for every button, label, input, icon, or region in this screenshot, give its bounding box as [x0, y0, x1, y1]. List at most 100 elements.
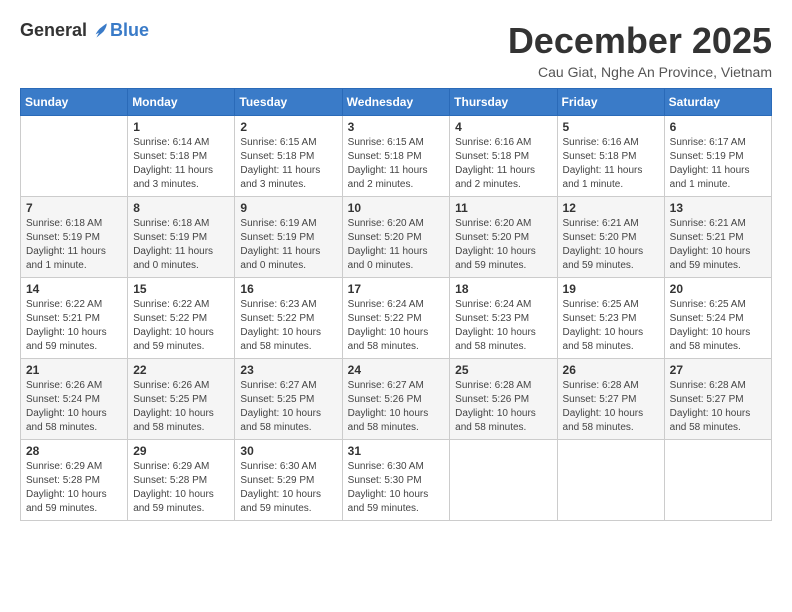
day-info: Sunrise: 6:14 AMSunset: 5:18 PMDaylight:… — [133, 136, 229, 192]
calendar-cell: 2Sunrise: 6:15 AMSunset: 5:18 PMDaylight… — [235, 116, 342, 197]
day-number: 25 — [455, 363, 551, 377]
weekday-row: SundayMondayTuesdayWednesdayThursdayFrid… — [21, 89, 772, 116]
day-number: 20 — [670, 282, 766, 296]
day-info: Sunrise: 6:16 AMSunset: 5:18 PMDaylight:… — [455, 136, 551, 192]
calendar-cell: 29 Sunrise: 6:29 AMSunset: 5:28 PMDayligh… — [128, 440, 235, 521]
page-header: General Blue December 2025 Cau Giat, Ngh… — [20, 20, 772, 80]
day-info: Sunrise: 6:19 AMSunset: 5:19 PMDaylight:… — [240, 217, 336, 273]
day-number: 22 — [133, 363, 229, 377]
calendar-cell — [664, 440, 771, 521]
calendar-cell: 3 Sunrise: 6:15 AMSunset: 5:18 PMDaylight… — [342, 116, 450, 197]
day-number: 1 — [133, 120, 229, 134]
day-number: 18 — [455, 282, 551, 296]
calendar-cell: 28Sunrise: 6:29 AMSunset: 5:28 PMDayligh… — [21, 440, 128, 521]
calendar-cell: 12Sunrise: 6:21 AMSunset: 5:20 PMDayligh… — [557, 197, 664, 278]
day-info: Sunrise: 6:26 AMSunset: 5:25 PMDaylight:… — [133, 379, 229, 435]
calendar-cell: 13Sunrise: 6:21 AMSunset: 5:21 PMDayligh… — [664, 197, 771, 278]
day-number: 5 — [563, 120, 659, 134]
day-info: Sunrise: 6:29 AMSunset: 5:28 PMDaylight:… — [133, 460, 229, 516]
calendar-cell: 7 Sunrise: 6:18 AMSunset: 5:19 PMDaylight… — [21, 197, 128, 278]
weekday-header-thursday: Thursday — [450, 89, 557, 116]
day-info: Sunrise: 6:29 AMSunset: 5:28 PMDaylight:… — [26, 460, 122, 516]
day-info: Sunrise: 6:24 AMSunset: 5:22 PMDaylight:… — [348, 298, 445, 354]
day-info: Sunrise: 6:28 AMSunset: 5:26 PMDaylight:… — [455, 379, 551, 435]
logo-bird-icon — [89, 21, 109, 41]
weekday-header-sunday: Sunday — [21, 89, 128, 116]
day-number: 29 — [133, 444, 229, 458]
day-number: 8 — [133, 201, 229, 215]
calendar-cell: 10 Sunrise: 6:20 AMSunset: 5:20 PMDayligh… — [342, 197, 450, 278]
calendar-week-4: 21 Sunrise: 6:26 AMSunset: 5:24 PMDayligh… — [21, 359, 772, 440]
day-number: 7 — [26, 201, 122, 215]
location-subtitle: Cau Giat, Nghe An Province, Vietnam — [508, 64, 772, 80]
day-info: Sunrise: 6:20 AMSunset: 5:20 PMDaylight:… — [348, 217, 445, 273]
day-info: Sunrise: 6:28 AMSunset: 5:27 PMDaylight:… — [670, 379, 766, 435]
day-info: Sunrise: 6:25 AMSunset: 5:24 PMDaylight:… — [670, 298, 766, 354]
day-info: Sunrise: 6:18 AMSunset: 5:19 PMDaylight:… — [133, 217, 229, 273]
calendar-cell: 19Sunrise: 6:25 AMSunset: 5:23 PMDayligh… — [557, 278, 664, 359]
calendar-cell: 6 Sunrise: 6:17 AMSunset: 5:19 PMDaylight… — [664, 116, 771, 197]
calendar-cell — [450, 440, 557, 521]
calendar-cell: 8 Sunrise: 6:18 AMSunset: 5:19 PMDaylight… — [128, 197, 235, 278]
title-area: December 2025 Cau Giat, Nghe An Province… — [508, 20, 772, 80]
day-number: 30 — [240, 444, 336, 458]
day-number: 10 — [348, 201, 445, 215]
day-info: Sunrise: 6:15 AMSunset: 5:18 PMDaylight:… — [348, 136, 445, 192]
calendar-cell: 9 Sunrise: 6:19 AMSunset: 5:19 PMDaylight… — [235, 197, 342, 278]
day-number: 21 — [26, 363, 122, 377]
day-info: Sunrise: 6:30 AMSunset: 5:29 PMDaylight:… — [240, 460, 336, 516]
logo-blue-text: Blue — [110, 20, 149, 41]
day-number: 16 — [240, 282, 336, 296]
calendar-header: SundayMondayTuesdayWednesdayThursdayFrid… — [21, 89, 772, 116]
day-number: 13 — [670, 201, 766, 215]
day-info: Sunrise: 6:28 AMSunset: 5:27 PMDaylight:… — [563, 379, 659, 435]
day-number: 6 — [670, 120, 766, 134]
calendar-cell: 21 Sunrise: 6:26 AMSunset: 5:24 PMDayligh… — [21, 359, 128, 440]
day-number: 19 — [563, 282, 659, 296]
day-number: 11 — [455, 201, 551, 215]
day-number: 31 — [348, 444, 445, 458]
month-title: December 2025 — [508, 20, 772, 62]
logo: General Blue — [20, 20, 149, 41]
calendar-table: SundayMondayTuesdayWednesdayThursdayFrid… — [20, 88, 772, 521]
calendar-cell: 1 Sunrise: 6:14 AMSunset: 5:18 PMDaylight… — [128, 116, 235, 197]
day-number: 4 — [455, 120, 551, 134]
calendar-cell: 4 Sunrise: 6:16 AMSunset: 5:18 PMDaylight… — [450, 116, 557, 197]
day-number: 12 — [563, 201, 659, 215]
day-info: Sunrise: 6:22 AMSunset: 5:22 PMDaylight:… — [133, 298, 229, 354]
calendar-week-2: 7 Sunrise: 6:18 AMSunset: 5:19 PMDaylight… — [21, 197, 772, 278]
day-number: 24 — [348, 363, 445, 377]
day-info: Sunrise: 6:30 AMSunset: 5:30 PMDaylight:… — [348, 460, 445, 516]
day-number: 27 — [670, 363, 766, 377]
calendar-cell — [557, 440, 664, 521]
logo-general-text: General — [20, 20, 87, 41]
calendar-cell: 24Sunrise: 6:27 AMSunset: 5:26 PMDayligh… — [342, 359, 450, 440]
day-info: Sunrise: 6:26 AMSunset: 5:24 PMDaylight:… — [26, 379, 122, 435]
day-info: Sunrise: 6:18 AMSunset: 5:19 PMDaylight:… — [26, 217, 122, 273]
day-info: Sunrise: 6:27 AMSunset: 5:25 PMDaylight:… — [240, 379, 336, 435]
calendar-week-5: 28Sunrise: 6:29 AMSunset: 5:28 PMDayligh… — [21, 440, 772, 521]
calendar-cell: 11Sunrise: 6:20 AMSunset: 5:20 PMDayligh… — [450, 197, 557, 278]
calendar-cell: 14Sunrise: 6:22 AMSunset: 5:21 PMDayligh… — [21, 278, 128, 359]
calendar-cell — [21, 116, 128, 197]
calendar-cell: 23 Sunrise: 6:27 AMSunset: 5:25 PMDayligh… — [235, 359, 342, 440]
weekday-header-monday: Monday — [128, 89, 235, 116]
calendar-cell: 17 Sunrise: 6:24 AMSunset: 5:22 PMDayligh… — [342, 278, 450, 359]
day-info: Sunrise: 6:23 AMSunset: 5:22 PMDaylight:… — [240, 298, 336, 354]
day-number: 17 — [348, 282, 445, 296]
calendar-cell: 5Sunrise: 6:16 AMSunset: 5:18 PMDaylight… — [557, 116, 664, 197]
weekday-header-saturday: Saturday — [664, 89, 771, 116]
weekday-header-tuesday: Tuesday — [235, 89, 342, 116]
calendar-cell: 18 Sunrise: 6:24 AMSunset: 5:23 PMDayligh… — [450, 278, 557, 359]
day-number: 23 — [240, 363, 336, 377]
day-info: Sunrise: 6:17 AMSunset: 5:19 PMDaylight:… — [670, 136, 766, 192]
day-number: 26 — [563, 363, 659, 377]
day-number: 3 — [348, 120, 445, 134]
day-info: Sunrise: 6:24 AMSunset: 5:23 PMDaylight:… — [455, 298, 551, 354]
day-info: Sunrise: 6:15 AMSunset: 5:18 PMDaylight:… — [240, 136, 336, 192]
day-number: 15 — [133, 282, 229, 296]
calendar-week-1: 1 Sunrise: 6:14 AMSunset: 5:18 PMDaylight… — [21, 116, 772, 197]
calendar-cell: 27 Sunrise: 6:28 AMSunset: 5:27 PMDayligh… — [664, 359, 771, 440]
calendar-cell: 15 Sunrise: 6:22 AMSunset: 5:22 PMDayligh… — [128, 278, 235, 359]
day-number: 9 — [240, 201, 336, 215]
